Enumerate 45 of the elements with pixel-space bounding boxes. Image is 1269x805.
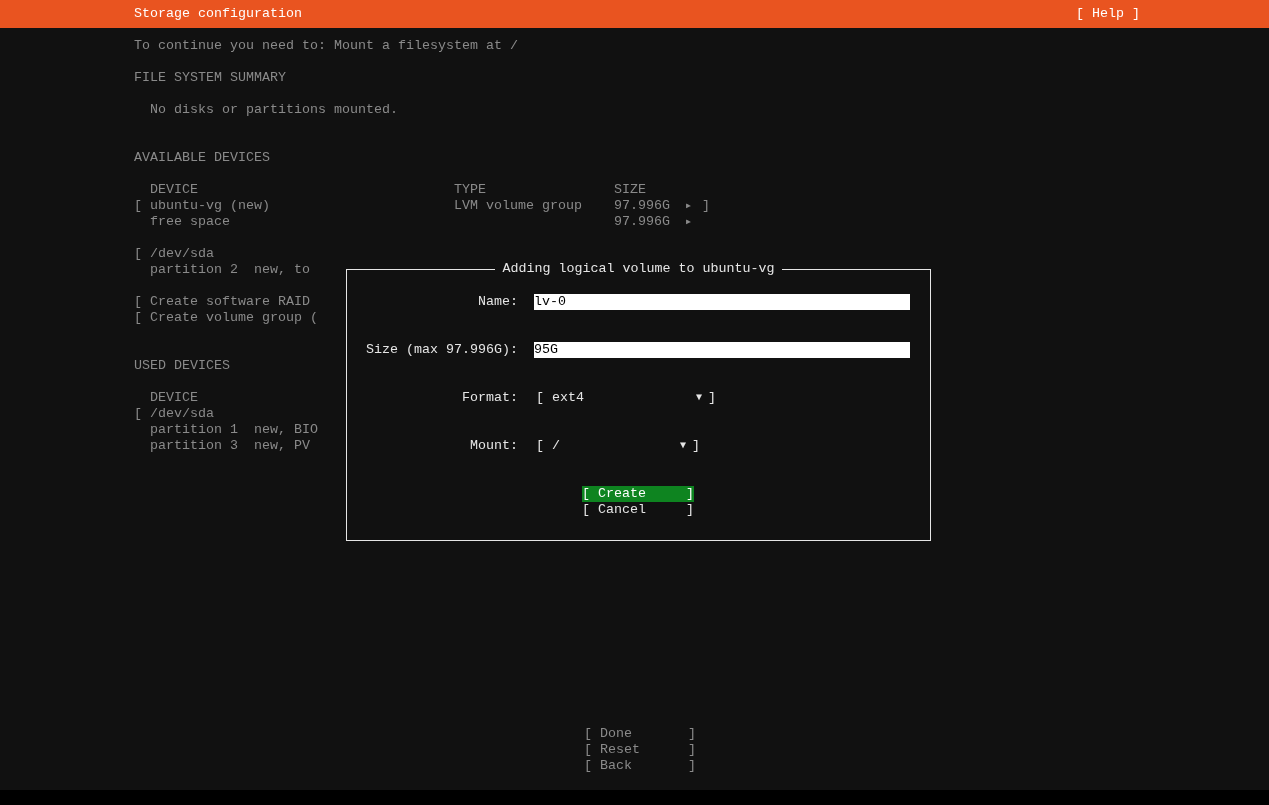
field-label: Format: <box>462 390 518 406</box>
device-name[interactable]: /dev/sda <box>150 246 214 261</box>
field-label: Size (max 97.996G): <box>366 342 518 358</box>
bracket-text: [ <box>134 294 142 309</box>
summary-message: No disks or partitions mounted. <box>150 102 398 118</box>
text-field[interactable]: 95G <box>534 342 910 358</box>
instruction-text: To continue you need to: Mount a filesystem at / <box>134 38 518 54</box>
field-label: Mount: <box>470 438 518 454</box>
menu-button[interactable]: [ Done ] <box>584 726 696 742</box>
bracket-text: [ <box>134 246 142 261</box>
help-button[interactable]: [ Help ] <box>1076 6 1140 22</box>
device-name[interactable]: /dev/sda <box>150 406 214 421</box>
device-name[interactable]: Create software RAID <box>150 294 310 309</box>
section-title: AVAILABLE DEVICES <box>134 150 270 166</box>
dropdown[interactable]: [ ext4 ▼ ] <box>536 390 716 406</box>
field-label: Name: <box>478 294 518 310</box>
menu-button[interactable]: [ Reset ] <box>584 742 696 758</box>
text-field[interactable]: lv-0 <box>534 294 910 310</box>
column-header: DEVICE <box>150 182 198 197</box>
device-name[interactable]: free space <box>150 214 230 229</box>
bracket-text: [ <box>134 198 142 213</box>
device-name[interactable]: Create volume group ( <box>150 310 318 325</box>
section-title: FILE SYSTEM SUMMARY <box>134 70 286 86</box>
device-name[interactable]: partition 2 new, to <box>150 262 310 277</box>
device-type: LVM volume group <box>454 198 582 213</box>
device-size: 97.996G <box>614 214 670 229</box>
dropdown[interactable]: [ / ▼ ] <box>536 438 700 454</box>
device-name[interactable]: partition 3 new, PV <box>150 438 310 453</box>
bracket-text: ] <box>702 198 710 214</box>
dialog-title: Adding logical volume to ubuntu-vg <box>494 261 783 277</box>
menu-button[interactable]: [ Create ] <box>582 486 694 502</box>
device-size: 97.996G <box>614 198 670 213</box>
expand-arrow-icon[interactable]: ▶ <box>686 202 691 210</box>
column-header: TYPE <box>454 182 486 197</box>
bracket-text: [ <box>134 406 142 421</box>
section-title: USED DEVICES <box>134 358 230 374</box>
bracket-text: [ <box>134 310 142 325</box>
expand-arrow-icon[interactable]: ▶ <box>686 218 691 226</box>
device-name[interactable]: ubuntu-vg (new) <box>150 198 270 213</box>
menu-button[interactable]: [ Cancel ] <box>582 502 694 518</box>
device-name[interactable]: partition 1 new, BIO <box>150 422 318 437</box>
menu-button[interactable]: [ Back ] <box>584 758 696 774</box>
column-header: DEVICE <box>150 390 198 405</box>
title-text: Storage configuration <box>134 6 302 22</box>
column-header: SIZE <box>614 182 646 197</box>
